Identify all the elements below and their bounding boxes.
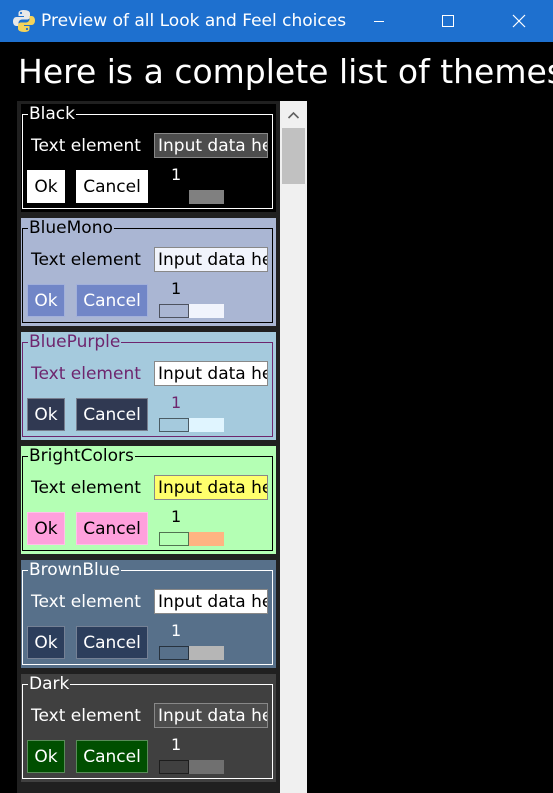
slider-value: 1 [171,735,182,754]
text-element-label: Text element [31,592,141,612]
ok-button[interactable]: Ok [27,626,65,659]
page-heading: Here is a complete list of themes [18,52,553,91]
input-field[interactable] [154,133,268,158]
theme-frame-brightcolors: BrightColors Text element Ok Cancel 1 [21,446,276,554]
input-field[interactable] [154,475,268,500]
slider[interactable] [159,190,224,204]
theme-name: Dark [28,674,71,694]
theme-name: BrightColors [28,446,135,466]
text-element-label: Text element [31,136,141,156]
theme-name: BrownBlue [28,560,121,580]
cancel-button[interactable]: Cancel [76,170,148,203]
theme-name: Black [28,104,76,124]
slider[interactable] [159,646,224,660]
theme-frame-dark: Dark Text element Ok Cancel 1 [21,674,276,782]
ok-button[interactable]: Ok [27,284,65,317]
theme-frame-bluemono: BlueMono Text element Ok Cancel 1 [21,218,276,326]
close-icon [512,14,526,28]
maximize-icon [442,15,454,27]
theme-frame-brownblue: BrownBlue Text element Ok Cancel 1 [21,560,276,668]
slider-handle[interactable] [159,190,189,204]
slider-value: 1 [171,507,182,526]
scrollbar-thumb[interactable] [282,128,305,184]
ok-button[interactable]: Ok [27,740,65,773]
cancel-button[interactable]: Cancel [76,740,148,773]
input-field[interactable] [154,361,268,386]
ok-button[interactable]: Ok [27,170,65,203]
minimize-button[interactable] [356,0,402,42]
slider-value: 1 [171,393,182,412]
text-element-label: Text element [31,478,141,498]
slider-handle[interactable] [159,760,189,774]
title-bar[interactable]: Preview of all Look and Feel choices [0,0,553,42]
theme-name: BluePurple [28,332,122,352]
python-icon [13,10,35,32]
slider[interactable] [159,760,224,774]
ok-button[interactable]: Ok [27,512,65,545]
cancel-button[interactable]: Cancel [76,512,148,545]
theme-name: BlueMono [28,218,114,238]
text-element-label: Text element [31,706,141,726]
cancel-button[interactable]: Cancel [76,626,148,659]
minimize-icon [374,21,384,22]
slider-value: 1 [171,165,182,184]
maximize-button[interactable] [425,0,471,42]
slider[interactable] [159,418,224,432]
theme-frame-bluepurple: BluePurple Text element Ok Cancel 1 [21,332,276,440]
input-field[interactable] [154,247,268,272]
theme-list: Black Text element Ok Cancel 1 BlueMono Text e… [17,101,280,793]
slider-handle[interactable] [159,304,189,318]
slider-value: 1 [171,279,182,298]
slider[interactable] [159,532,224,546]
text-element-label: Text element [31,250,141,270]
text-element-label: Text element [31,364,141,384]
theme-frame-black: Black Text element Ok Cancel 1 [21,104,276,212]
slider-handle[interactable] [159,418,189,432]
cancel-button[interactable]: Cancel [76,398,148,431]
input-field[interactable] [154,703,268,728]
slider-handle[interactable] [159,532,189,546]
window-title: Preview of all Look and Feel choices [41,11,347,31]
slider-handle[interactable] [159,646,189,660]
input-field[interactable] [154,589,268,614]
chevron-up-icon[interactable] [287,110,300,120]
slider-value: 1 [171,621,182,640]
slider[interactable] [159,304,224,318]
close-button[interactable] [496,0,542,42]
scrollbar[interactable] [280,101,307,793]
cancel-button[interactable]: Cancel [76,284,148,317]
ok-button[interactable]: Ok [27,398,65,431]
